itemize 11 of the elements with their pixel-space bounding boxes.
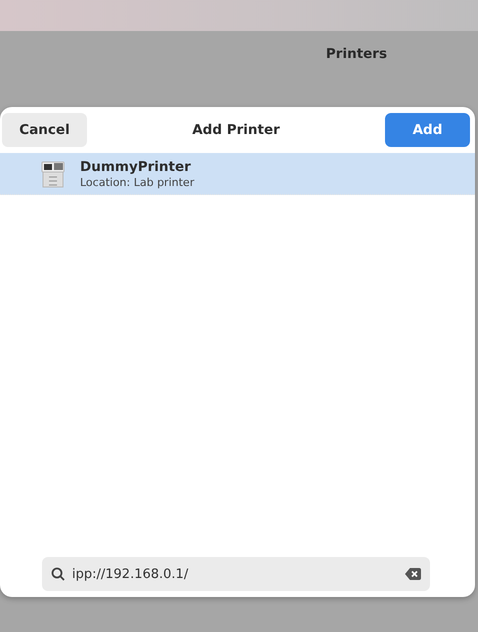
add-button[interactable]: Add: [384, 113, 470, 147]
dialog-title: Add Printer: [192, 122, 280, 138]
printer-icon: [40, 159, 66, 188]
search-icon: [51, 567, 65, 581]
cancel-button[interactable]: Cancel: [2, 113, 87, 147]
printer-location: Location: Lab printer: [80, 176, 194, 188]
clear-icon[interactable]: [405, 568, 421, 580]
printer-name: DummyPrinter: [80, 158, 192, 174]
search-field[interactable]: ipp://192.168.0.1/: [42, 557, 430, 591]
window-title: Printers: [326, 46, 387, 63]
printer-list-item[interactable]: DummyPrinter Location: Lab printer: [0, 153, 475, 195]
